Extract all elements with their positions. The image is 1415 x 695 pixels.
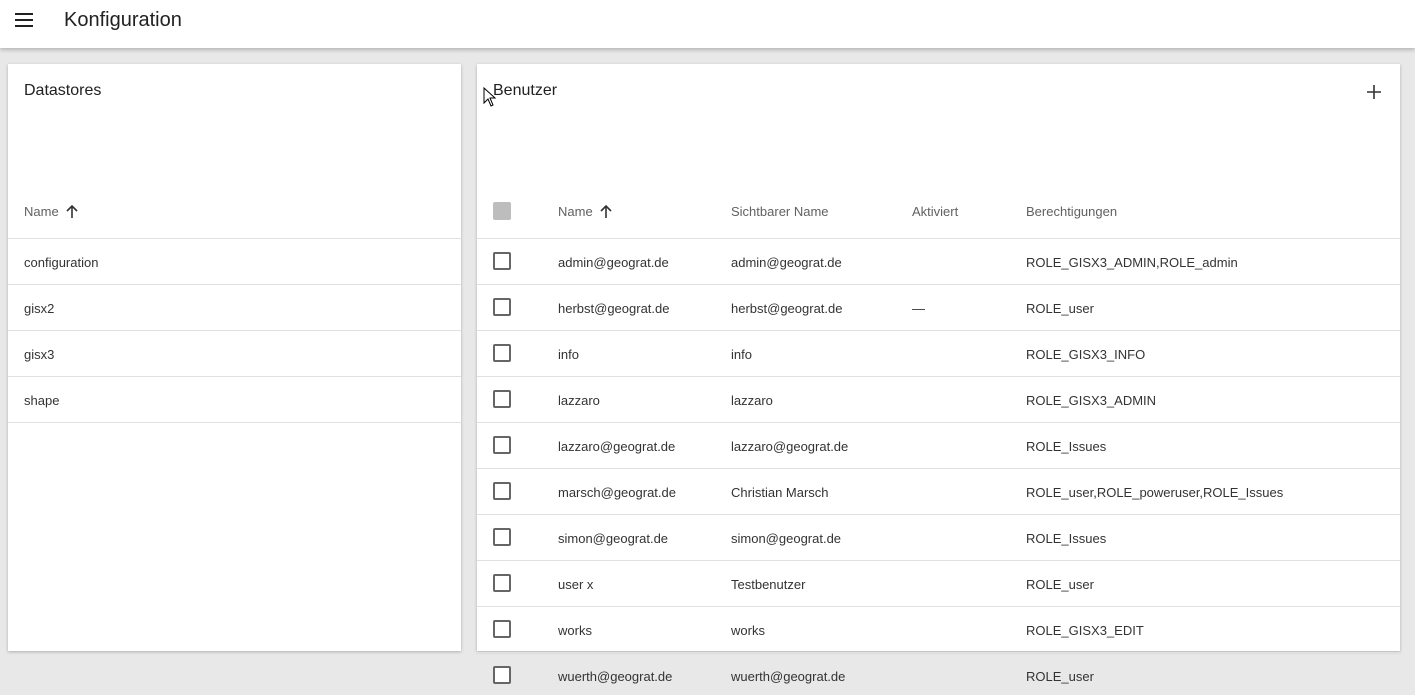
user-display-name-cell: admin@geograt.de bbox=[731, 254, 842, 270]
user-display-name-cell: lazzaro@geograt.de bbox=[731, 438, 849, 454]
user-display-name-cell: Christian Marsch bbox=[731, 484, 829, 500]
user-name-cell: marsch@geograt.de bbox=[558, 484, 676, 500]
row-checkbox[interactable] bbox=[493, 436, 511, 454]
user-name-cell: lazzaro@geograt.de bbox=[558, 438, 676, 454]
users-column-roles[interactable]: Berechtigungen bbox=[1026, 184, 1117, 239]
user-roles-cell: ROLE_GISX3_EDIT bbox=[1026, 622, 1144, 638]
datastores-table-header: Name bbox=[8, 184, 461, 239]
datastores-column-name[interactable]: Name bbox=[24, 184, 79, 239]
hamburger-menu-icon bbox=[15, 13, 33, 27]
user-name-cell: simon@geograt.de bbox=[558, 530, 669, 546]
sort-arrow-up-icon bbox=[599, 204, 613, 219]
users-column-active[interactable]: Aktiviert bbox=[912, 184, 958, 239]
datastores-title: Datastores bbox=[24, 82, 102, 99]
user-display-name-cell: info bbox=[731, 346, 752, 362]
user-roles-cell: ROLE_user bbox=[1026, 668, 1094, 684]
row-checkbox[interactable] bbox=[493, 298, 511, 316]
user-display-name-cell: Testbenutzer bbox=[731, 576, 806, 592]
user-name-cell: admin@geograt.de bbox=[558, 254, 669, 270]
row-checkbox[interactable] bbox=[493, 344, 511, 362]
plus-icon bbox=[1367, 85, 1381, 99]
table-row[interactable]: wuerth@geograt.de wuerth@geograt.de ROLE_u… bbox=[477, 653, 1400, 695]
user-name-cell: wuerth@geograt.de bbox=[558, 668, 673, 684]
user-active-cell: — bbox=[912, 300, 925, 316]
user-name-cell: works bbox=[558, 622, 592, 638]
table-row[interactable]: marsch@geograt.de Christian Marsch ROLE_us… bbox=[477, 469, 1400, 515]
datastore-row[interactable]: shape bbox=[8, 377, 461, 423]
datastores-column-name-label: Name bbox=[24, 204, 59, 219]
row-checkbox[interactable] bbox=[493, 574, 511, 592]
add-user-button[interactable] bbox=[1362, 80, 1386, 104]
row-checkbox[interactable] bbox=[493, 482, 511, 500]
table-row[interactable]: info info ROLE_GISX3_INFO bbox=[477, 331, 1400, 377]
mouse-cursor-icon bbox=[483, 86, 497, 112]
page-title: Konfiguration bbox=[64, 8, 182, 31]
user-roles-cell: ROLE_GISX3_ADMIN bbox=[1026, 392, 1157, 408]
user-roles-cell: ROLE_user bbox=[1026, 300, 1094, 316]
datastore-row[interactable]: gisx3 bbox=[8, 331, 461, 377]
datastore-name: gisx3 bbox=[24, 346, 55, 362]
user-roles-cell: ROLE_Issues bbox=[1026, 530, 1107, 546]
user-display-name-cell: simon@geograt.de bbox=[731, 530, 842, 546]
app-bar: Konfiguration bbox=[0, 0, 1415, 48]
users-table-header: Name Sichtbarer Name Aktiviert Berechtig… bbox=[477, 184, 1400, 239]
user-display-name-cell: herbst@geograt.de bbox=[731, 300, 843, 316]
datastore-name: shape bbox=[24, 392, 60, 408]
users-column-display-name[interactable]: Sichtbarer Name bbox=[731, 184, 829, 239]
user-name-cell: info bbox=[558, 346, 579, 362]
menu-button[interactable] bbox=[0, 0, 48, 40]
users-card: Benutzer Name Sichtbarer Name Aktiviert … bbox=[477, 64, 1400, 684]
user-display-name-cell: lazzaro bbox=[731, 392, 773, 408]
datastore-name: configuration bbox=[24, 254, 99, 270]
table-row[interactable]: lazzaro lazzaro ROLE_GISX3_ADMIN bbox=[477, 377, 1400, 423]
table-row[interactable]: works works ROLE_GISX3_EDIT bbox=[477, 607, 1400, 653]
row-checkbox[interactable] bbox=[493, 252, 511, 270]
table-row[interactable]: lazzaro@geograt.de lazzaro@geograt.de ROLE… bbox=[477, 423, 1400, 469]
select-all-checkbox[interactable] bbox=[493, 202, 511, 220]
sort-arrow-up-icon bbox=[65, 204, 79, 219]
users-title: Benutzer bbox=[493, 82, 558, 99]
user-name-cell: user x bbox=[558, 576, 594, 592]
user-roles-cell: ROLE_user bbox=[1026, 576, 1094, 592]
table-row[interactable]: simon@geograt.de simon@geograt.de ROLE_Iss… bbox=[477, 515, 1400, 561]
user-name-cell: lazzaro bbox=[558, 392, 600, 408]
user-roles-cell: ROLE_Issues bbox=[1026, 438, 1107, 454]
row-checkbox[interactable] bbox=[493, 620, 511, 638]
datastore-row[interactable]: gisx2 bbox=[8, 285, 461, 331]
user-roles-cell: ROLE_GISX3_ADMIN,ROLE_admin bbox=[1026, 254, 1238, 270]
users-column-name-label: Name bbox=[558, 204, 593, 219]
users-column-name[interactable]: Name bbox=[558, 184, 613, 239]
user-roles-cell: ROLE_GISX3_INFO bbox=[1026, 346, 1146, 362]
datastore-name: gisx2 bbox=[24, 300, 55, 316]
row-checkbox[interactable] bbox=[493, 666, 511, 684]
table-row[interactable]: herbst@geograt.de herbst@geograt.de — ROLE_… bbox=[477, 285, 1400, 331]
user-roles-cell: ROLE_user,ROLE_poweruser,ROLE_Issues bbox=[1026, 484, 1284, 500]
datastore-row[interactable]: configuration bbox=[8, 239, 461, 285]
user-name-cell: herbst@geograt.de bbox=[558, 300, 670, 316]
row-checkbox[interactable] bbox=[493, 528, 511, 546]
row-checkbox[interactable] bbox=[493, 390, 511, 408]
datastores-card: Datastores Name configuration gisx2 gisx3 s… bbox=[8, 64, 461, 651]
user-display-name-cell: wuerth@geograt.de bbox=[731, 668, 846, 684]
user-display-name-cell: works bbox=[731, 622, 765, 638]
table-row[interactable]: admin@geograt.de admin@geograt.de ROLE_GIS… bbox=[477, 239, 1400, 285]
table-row[interactable]: user x Testbenutzer ROLE_user bbox=[477, 561, 1400, 607]
